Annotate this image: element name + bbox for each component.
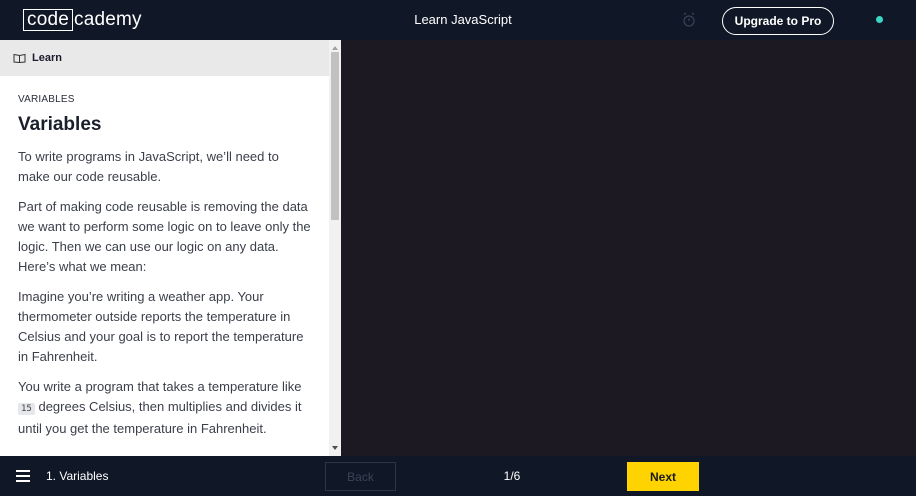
lesson-eyebrow: VARIABLES <box>18 94 75 105</box>
logo-code: code <box>23 9 74 31</box>
bottom-bar: 1. Variables Back 1/6 Next <box>0 456 916 496</box>
connection-status-dot <box>876 16 883 23</box>
learn-panel-scrollbar[interactable] <box>329 40 341 456</box>
logo-cademy: cademy <box>74 9 142 30</box>
scroll-up-arrow-icon[interactable] <box>332 46 338 50</box>
book-icon <box>13 53 26 63</box>
lesson-progress: 1/6 <box>503 469 521 483</box>
course-title: Learn JavaScript <box>414 12 512 27</box>
learn-panel: Learn VARIABLES Variables To write progr… <box>0 40 341 456</box>
inline-code: 15 <box>18 403 35 415</box>
next-button[interactable]: Next <box>627 462 699 491</box>
back-button[interactable]: Back <box>325 462 396 491</box>
alarm-clock-icon[interactable] <box>682 12 696 28</box>
upgrade-to-pro-button[interactable]: Upgrade to Pro <box>722 7 834 35</box>
lesson-paragraph-with-code: You write a program that takes a tempera… <box>18 377 314 439</box>
lesson-paragraph: Imagine you’re writing a weather app. Yo… <box>18 289 304 364</box>
learn-tab[interactable]: Learn <box>0 40 329 76</box>
lesson-heading: Variables <box>18 114 102 135</box>
learn-tab-label: Learn <box>32 52 62 64</box>
code-editor-area[interactable] <box>341 40 916 456</box>
lesson-content: VARIABLES Variables To write programs in… <box>18 94 314 439</box>
lesson-paragraph: Part of making code reusable is removing… <box>18 199 311 274</box>
lesson-menu-label[interactable]: 1. Variables <box>46 469 108 483</box>
paragraph-text: degrees Celsius, then multiplies and div… <box>18 399 302 436</box>
scroll-thumb[interactable] <box>331 52 339 220</box>
paragraph-text: You write a program that takes a tempera… <box>18 379 302 394</box>
top-bar: code cademy Learn JavaScript Upgrade to P… <box>0 0 916 40</box>
lesson-paragraph: To write programs in JavaScript, we’ll n… <box>18 149 279 184</box>
hamburger-menu-icon[interactable] <box>16 470 30 482</box>
codecademy-logo[interactable]: code cademy <box>23 9 142 31</box>
scroll-down-arrow-icon[interactable] <box>332 446 338 450</box>
